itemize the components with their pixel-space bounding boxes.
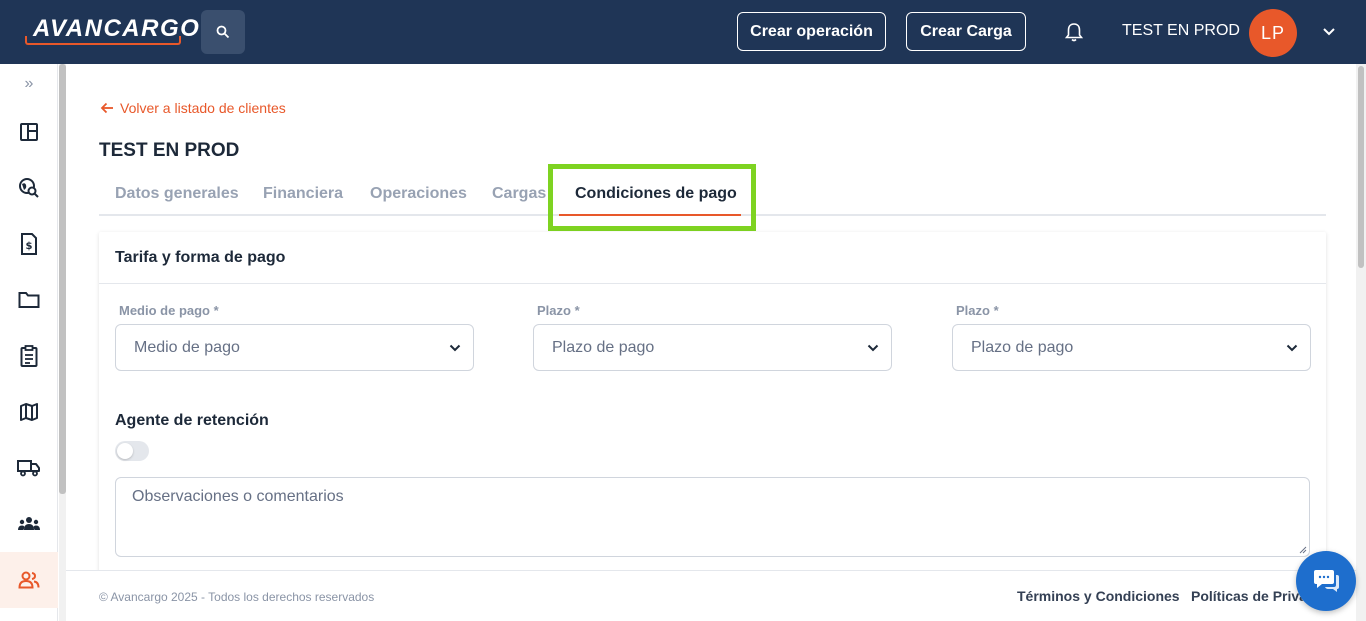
sidebar-item-map[interactable] (0, 384, 58, 440)
comments-placeholder: Observaciones o comentarios (132, 488, 344, 505)
payment-term-2-label: Plazo * (956, 303, 999, 318)
payment-terms-card: Tarifa y forma de pago Medio de pago * M… (99, 232, 1326, 577)
card-title: Tarifa y forma de pago (115, 249, 286, 266)
payment-term-2-value: Plazo de pago (971, 339, 1074, 356)
map-icon (20, 403, 38, 421)
payment-term-value: Plazo de pago (552, 339, 655, 356)
page-scrollbar-thumb[interactable] (1358, 66, 1364, 268)
terms-link[interactable]: Términos y Condiciones (1017, 588, 1180, 604)
sidebar-scrollbar-thumb[interactable] (59, 64, 66, 494)
page-scrollbar[interactable] (1356, 64, 1366, 621)
payment-method-label: Medio de pago * (119, 303, 219, 318)
search-button[interactable] (201, 10, 245, 54)
chevron-down-icon (449, 344, 461, 352)
footer: © Avancargo 2025 - Todos los derechos re… (66, 570, 1356, 621)
top-bar: AVANCARGO Crear operación Crear Carga TE… (0, 0, 1366, 64)
arrow-left-icon (100, 102, 113, 114)
sidebar-item-fleet[interactable] (0, 440, 58, 496)
back-link-label: Volver a listado de clientes (120, 100, 286, 116)
sidebar: » $ (0, 64, 58, 621)
chevron-down-icon (1286, 344, 1298, 352)
privacy-link[interactable]: Políticas de Priva (1191, 588, 1307, 604)
payment-method-value: Medio de pago (134, 339, 240, 356)
globe-search-icon (19, 178, 39, 198)
svg-text:$: $ (26, 241, 33, 252)
withholding-agent-label: Agente de retención (115, 412, 269, 429)
avatar[interactable]: LP (1249, 9, 1297, 57)
tab-operaciones[interactable]: Operaciones (370, 185, 467, 203)
tab-cargas[interactable]: Cargas (492, 185, 546, 203)
back-to-clients-link[interactable]: Volver a listado de clientes (100, 100, 286, 116)
search-icon (216, 25, 230, 39)
clipboard-icon (20, 345, 38, 367)
toggle-knob (117, 443, 133, 459)
chevron-down-icon (867, 344, 879, 352)
tab-datos-generales[interactable]: Datos generales (115, 185, 239, 203)
sidebar-item-clients[interactable] (0, 552, 58, 608)
sidebar-item-billing[interactable]: $ (0, 216, 58, 272)
sidebar-item-dashboard[interactable] (0, 104, 58, 160)
notifications-button[interactable] (1062, 20, 1086, 44)
dashboard-icon (20, 123, 38, 141)
withholding-agent-toggle[interactable] (115, 441, 149, 461)
avancargo-logo[interactable]: AVANCARGO (25, 14, 199, 46)
sidebar-expand-button[interactable]: » (0, 64, 58, 104)
group-icon (18, 517, 40, 530)
invoice-icon: $ (21, 233, 37, 255)
payment-method-select[interactable]: Medio de pago (115, 324, 474, 371)
tab-highlight-box (548, 164, 756, 231)
tab-financiera[interactable]: Financiera (263, 185, 343, 203)
page-title: TEST EN PROD (99, 140, 240, 161)
clients-icon (18, 571, 40, 589)
payment-term-select[interactable]: Plazo de pago (533, 324, 892, 371)
create-cargo-button[interactable]: Crear Carga (906, 12, 1026, 51)
chat-widget-button[interactable] (1296, 551, 1356, 611)
chevron-down-icon[interactable] (1320, 24, 1338, 40)
truck-icon (17, 460, 40, 477)
payment-term-label: Plazo * (537, 303, 580, 318)
resize-grip-icon[interactable] (1299, 546, 1307, 554)
comments-textarea[interactable]: Observaciones o comentarios (115, 477, 1310, 557)
sidebar-item-orders[interactable] (0, 328, 58, 384)
card-header: Tarifa y forma de pago (99, 232, 1326, 284)
logo-underline (25, 36, 181, 45)
sidebar-item-groups[interactable] (0, 496, 58, 552)
sidebar-item-documents[interactable] (0, 272, 58, 328)
payment-term-2-select[interactable]: Plazo de pago (952, 324, 1311, 371)
copyright-text: © Avancargo 2025 - Todos los derechos re… (99, 590, 375, 604)
folder-icon (18, 292, 40, 308)
sidebar-scrollbar[interactable] (59, 64, 66, 621)
bell-icon (1065, 23, 1083, 42)
username: TEST EN PROD (1122, 22, 1240, 39)
create-operation-button[interactable]: Crear operación (737, 12, 886, 51)
sidebar-item-tracking[interactable] (0, 160, 58, 216)
chat-icon (1314, 570, 1339, 592)
